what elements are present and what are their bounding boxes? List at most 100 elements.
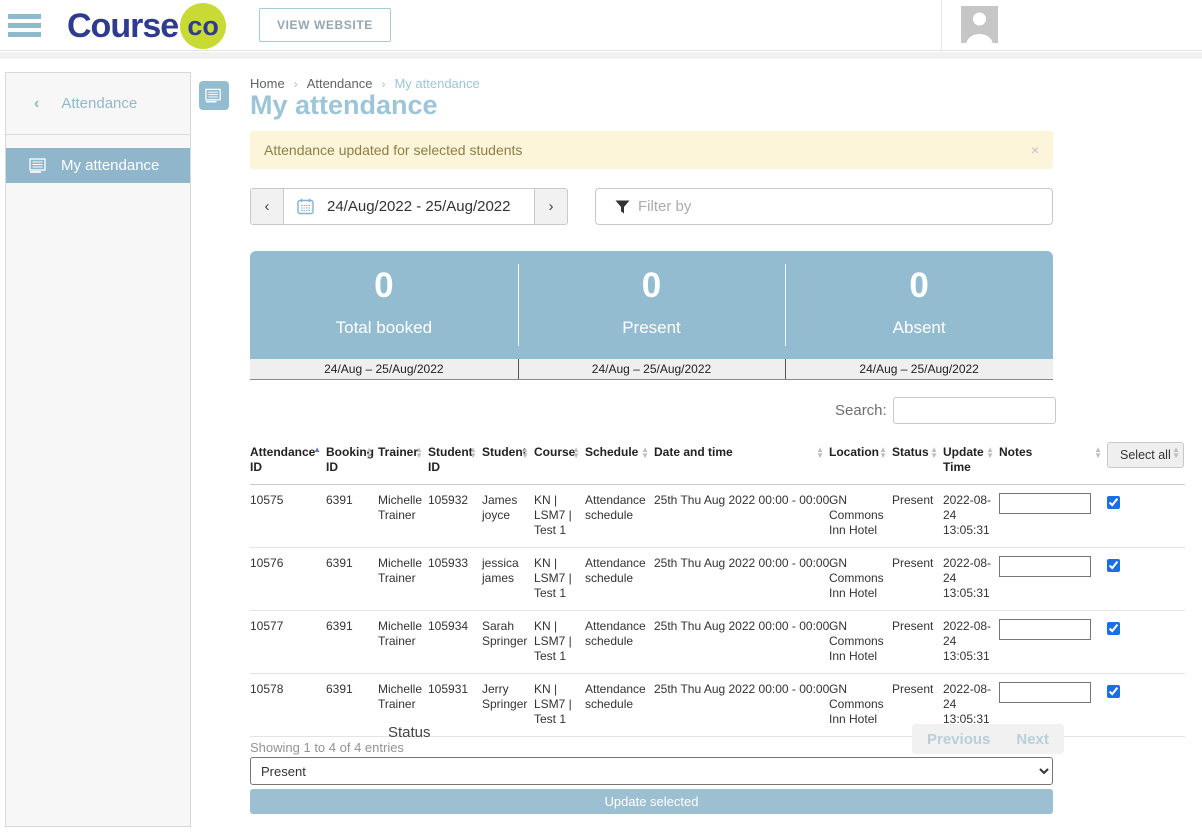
filter-input[interactable] xyxy=(638,198,1018,215)
cell-attendance-id: 10578 xyxy=(250,674,326,737)
cell-booking-id: 6391 xyxy=(326,485,378,548)
search-label: Search: xyxy=(835,402,887,419)
notes-input[interactable] xyxy=(999,619,1091,640)
cell-update-time: 2022-08-24 13:05:31 xyxy=(943,611,999,674)
cell-student: James joyce xyxy=(482,485,534,548)
attendance-table: Attendance ID▲▼ Booking ID▲▼ Trainer▲▼ S… xyxy=(250,437,1185,737)
table-row: 10577 6391 Michelle Trainer 105934 Sarah… xyxy=(250,611,1185,674)
cell-trainer: Michelle Trainer xyxy=(378,485,428,548)
user-avatar[interactable] xyxy=(961,6,998,43)
cell-course: KN | LSM7 | Test 1 xyxy=(534,485,585,548)
sort-icon: ▲▼ xyxy=(313,447,321,453)
collapse-sidebar-button[interactable] xyxy=(199,81,229,110)
alert-message: Attendance updated for selected students xyxy=(264,142,522,158)
cell-notes xyxy=(999,485,1107,548)
notes-input[interactable] xyxy=(999,493,1091,514)
update-selected-button[interactable]: Update selected xyxy=(250,789,1053,814)
app-screen: Course co VIEW WEBSITE ‹ Attendance xyxy=(0,0,1202,833)
cell-student-id: 105934 xyxy=(428,611,482,674)
breadcrumb-attendance[interactable]: Attendance xyxy=(307,76,373,91)
cell-select xyxy=(1107,485,1185,548)
cell-select xyxy=(1107,548,1185,611)
row-checkbox[interactable] xyxy=(1107,685,1120,698)
cell-attendance-id: 10576 xyxy=(250,548,326,611)
breadcrumb-my-attendance: My attendance xyxy=(394,76,479,91)
stat-total-booked: 0 Total booked xyxy=(250,251,518,359)
logo-badge: co xyxy=(180,3,226,49)
cell-attendance-id: 10575 xyxy=(250,485,326,548)
sidebar-section-header[interactable]: ‹ Attendance xyxy=(6,73,190,135)
stat-present-label: Present xyxy=(518,318,786,338)
stat-range: 24/Aug – 25/Aug/2022 xyxy=(250,359,518,379)
breadcrumb: Home › Attendance › My attendance xyxy=(250,76,480,91)
cell-date-and-time: 25th Thu Aug 2022 00:00 - 00:00 xyxy=(654,548,829,611)
cell-booking-id: 6391 xyxy=(326,674,378,737)
cell-student: Jerry Springer xyxy=(482,674,534,737)
column-header-booking-id[interactable]: Booking ID▲▼ xyxy=(326,437,378,485)
cell-course: KN | LSM7 | Test 1 xyxy=(534,674,585,737)
row-checkbox[interactable] xyxy=(1107,559,1120,572)
column-header-update-time[interactable]: Update Time▲▼ xyxy=(943,437,999,485)
column-header-location[interactable]: Location▲▼ xyxy=(829,437,892,485)
sort-icon: ▲▼ xyxy=(986,447,994,459)
cell-student-id: 105931 xyxy=(428,674,482,737)
sort-icon: ▲▼ xyxy=(1094,447,1102,459)
breadcrumb-home[interactable]: Home xyxy=(250,76,285,91)
column-header-student-id[interactable]: Student ID▲▼ xyxy=(428,437,482,485)
attendance-list-icon xyxy=(29,158,48,174)
filter-box xyxy=(595,188,1053,225)
column-header-notes[interactable]: Notes▲▼ xyxy=(999,437,1107,485)
column-header-student[interactable]: Student▲▼ xyxy=(482,437,534,485)
column-header-select-all: Select all▲▼ xyxy=(1107,437,1185,485)
column-header-attendance-id[interactable]: Attendance ID▲▼ xyxy=(250,437,326,485)
date-range-value[interactable]: 24/Aug/2022 - 25/Aug/2022 xyxy=(284,189,534,224)
success-alert: Attendance updated for selected students… xyxy=(250,131,1053,169)
column-header-trainer[interactable]: Trainer▲▼ xyxy=(378,437,428,485)
status-select[interactable]: Present xyxy=(250,757,1053,785)
next-page-button[interactable]: Next xyxy=(1016,731,1049,748)
cell-schedule: Attendance schedule xyxy=(585,611,654,674)
cell-date-and-time: 25th Thu Aug 2022 00:00 - 00:00 xyxy=(654,485,829,548)
close-icon[interactable]: × xyxy=(1031,142,1039,158)
column-header-schedule[interactable]: Schedule▲▼ xyxy=(585,437,654,485)
stat-absent-label: Absent xyxy=(785,318,1053,338)
notes-input[interactable] xyxy=(999,556,1091,577)
chevron-left-icon: ‹ xyxy=(34,95,39,113)
stat-range: 24/Aug – 25/Aug/2022 xyxy=(518,359,786,379)
header-divider xyxy=(941,0,942,51)
cell-date-and-time: 25th Thu Aug 2022 00:00 - 00:00 xyxy=(654,674,829,737)
stat-total-booked-label: Total booked xyxy=(250,318,518,338)
cell-status: Present xyxy=(892,611,943,674)
stat-total-booked-value: 0 xyxy=(250,266,518,306)
cell-notes xyxy=(999,611,1107,674)
logo-text: Course xyxy=(67,7,178,46)
table-header-row: Attendance ID▲▼ Booking ID▲▼ Trainer▲▼ S… xyxy=(250,437,1185,485)
cell-trainer: Michelle Trainer xyxy=(378,611,428,674)
cell-select xyxy=(1107,611,1185,674)
stats-cards: 0 Total booked 0 Present 0 Absent xyxy=(250,251,1053,359)
status-select-label: Status xyxy=(388,724,431,741)
column-header-status[interactable]: Status▲▼ xyxy=(892,437,943,485)
stats-panel: 0 Total booked 0 Present 0 Absent 24/Aug… xyxy=(250,251,1053,380)
stat-absent: 0 Absent xyxy=(785,251,1053,359)
row-checkbox[interactable] xyxy=(1107,496,1120,509)
next-day-button[interactable]: › xyxy=(534,189,567,224)
previous-page-button[interactable]: Previous xyxy=(927,731,990,748)
column-header-date-and-time[interactable]: Date and time▲▼ xyxy=(654,437,829,485)
hamburger-menu-icon[interactable] xyxy=(8,14,41,37)
sort-icon: ▲▼ xyxy=(415,447,423,459)
logo: Course co xyxy=(67,1,226,51)
notes-input[interactable] xyxy=(999,682,1091,703)
cell-attendance-id: 10577 xyxy=(250,611,326,674)
stats-range-divider xyxy=(785,359,786,379)
table-row: 10575 6391 Michelle Trainer 105932 James… xyxy=(250,485,1185,548)
cell-schedule: Attendance schedule xyxy=(585,674,654,737)
column-header-course[interactable]: Course▲▼ xyxy=(534,437,585,485)
view-website-button[interactable]: VIEW WEBSITE xyxy=(259,8,391,42)
search-input[interactable] xyxy=(893,397,1056,424)
sidebar-item-my-attendance[interactable]: My attendance xyxy=(6,148,190,183)
sort-icon: ▲▼ xyxy=(469,447,477,459)
row-checkbox[interactable] xyxy=(1107,622,1120,635)
previous-day-button[interactable]: ‹ xyxy=(251,189,284,224)
sidebar-item-label: My attendance xyxy=(61,157,159,174)
